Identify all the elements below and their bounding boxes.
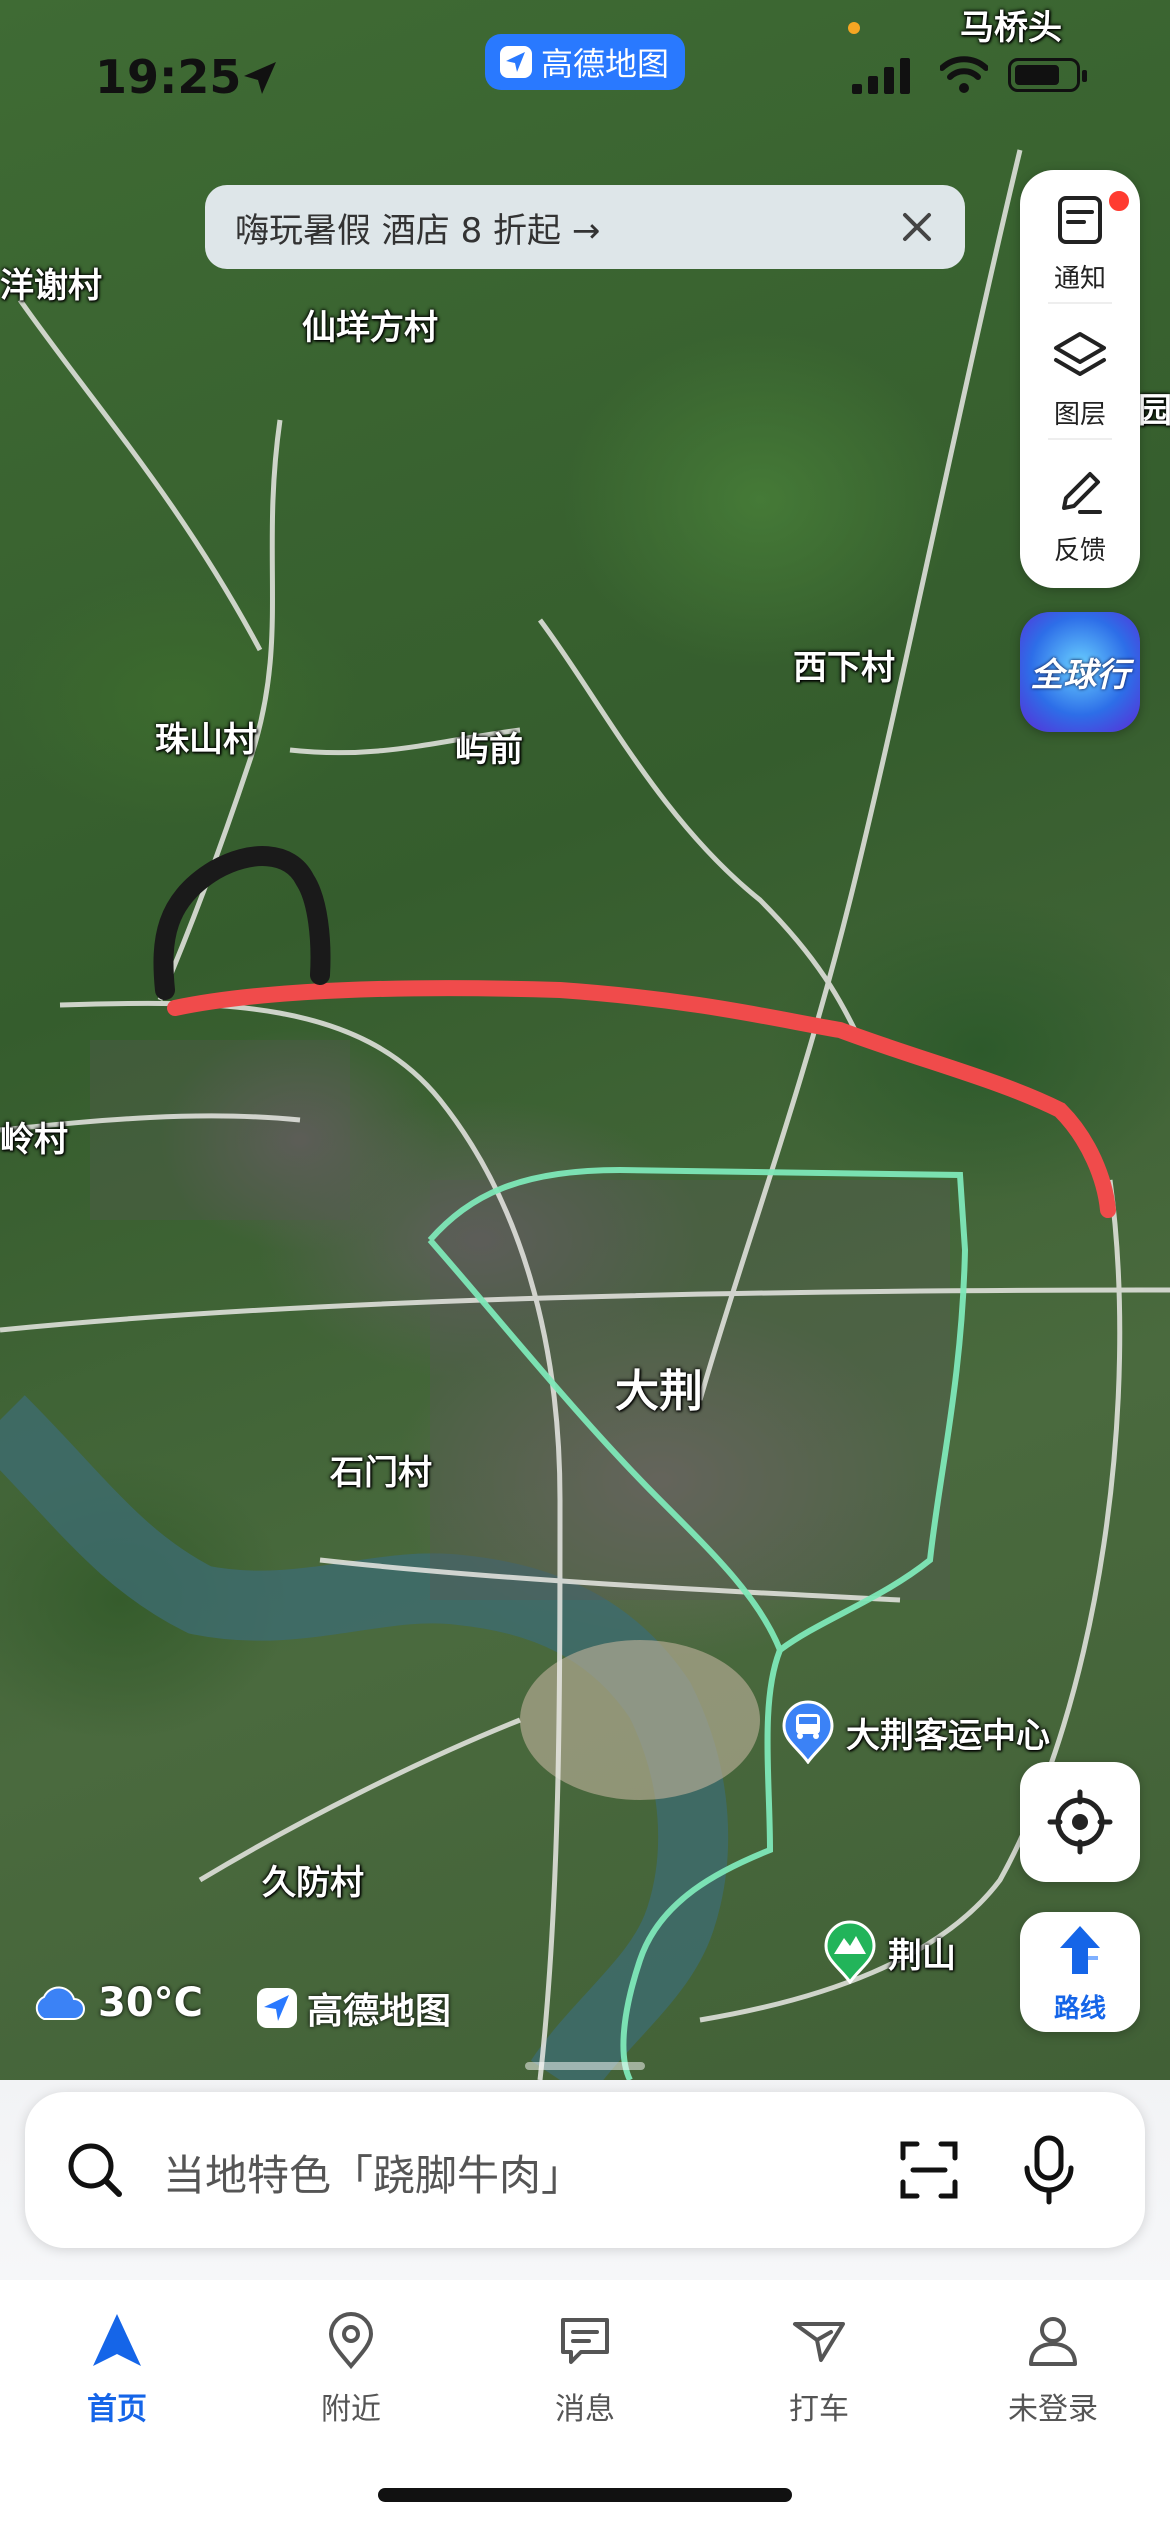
black-drawn-arc [153, 846, 331, 1000]
poi-label: 荆山 [888, 1935, 956, 1976]
tab-home[interactable]: 首页 [0, 2302, 234, 2427]
search-bar[interactable]: 当地特色「跷脚牛肉」 [25, 2092, 1145, 2248]
notification-button[interactable]: 通知 [1020, 170, 1140, 304]
route-button[interactable]: 路线 [1020, 1912, 1140, 2032]
wifi-icon [940, 56, 988, 93]
watermark-text: 高德地图 [307, 1991, 452, 2032]
close-icon[interactable] [893, 203, 941, 251]
map-tools-panel: 通知 图层 反馈 [1020, 170, 1140, 588]
message-icon [561, 2318, 609, 2364]
user-icon [1029, 2317, 1077, 2366]
mountain-icon [824, 1920, 876, 1984]
route-arrow-icon [1060, 1926, 1100, 1974]
amap-logo-icon [500, 46, 532, 78]
poi-mountain[interactable]: 荆山 [822, 1920, 956, 1984]
location-arrow-icon [244, 62, 276, 94]
search-placeholder: 当地特色「跷脚牛肉」 [163, 2151, 584, 2200]
tool-label: 通知 [1053, 264, 1106, 294]
place-label[interactable]: 石门村 [330, 1445, 432, 1494]
battery-icon [1008, 58, 1087, 92]
global-travel-button[interactable]: 全球行 [1020, 612, 1140, 732]
place-label[interactable]: 西下村 [793, 640, 895, 689]
place-label[interactable]: 园 [1138, 383, 1170, 432]
tab-label: 消息 [555, 2392, 615, 2427]
tab-label: 附近 [321, 2392, 381, 2427]
global-travel-label: 全球行 [1030, 655, 1130, 694]
scan-icon[interactable] [895, 2136, 963, 2204]
home-indicator[interactable] [378, 2488, 792, 2502]
tab-profile[interactable]: 未登录 [936, 2302, 1170, 2427]
amap-brand-badge[interactable]: 高德地图 [485, 34, 685, 90]
brand-label: 高德地图 [541, 45, 670, 83]
road [17, 298, 263, 652]
sheet-drag-handle[interactable] [525, 2062, 645, 2070]
notification-badge [1106, 188, 1132, 214]
poi-label: 大荆客运中心 [846, 1715, 1050, 1756]
weather-widget[interactable]: 30°C [30, 1980, 203, 2026]
navigation-arrow-icon [93, 2314, 141, 2366]
cellular-signal-icon [852, 58, 910, 94]
layers-button[interactable]: 图层 [1020, 306, 1140, 440]
urban-area [90, 1040, 350, 1220]
tool-label: 反馈 [1053, 536, 1106, 566]
place-label[interactable]: 珠山村 [155, 712, 257, 761]
promo-banner[interactable]: 嗨玩暑假 酒店 8 折起 → [205, 185, 965, 269]
place-label[interactable]: 洋谢村 [0, 258, 102, 307]
place-label[interactable]: 仙垟方村 [302, 300, 438, 349]
status-time: 19:25 [95, 50, 242, 104]
tab-taxi[interactable]: 打车 [702, 2302, 936, 2427]
edit-icon [1062, 472, 1102, 514]
cloud-icon [35, 1986, 85, 2020]
place-label[interactable]: 屿前 [455, 722, 523, 771]
place-label[interactable]: 久防村 [262, 1855, 364, 1904]
poi-bus-station[interactable]: 大荆客运中心 [780, 1700, 1050, 1764]
place-label[interactable]: 岭村 [0, 1112, 68, 1161]
microphone-icon[interactable] [1013, 2132, 1085, 2208]
locate-icon [1047, 1789, 1113, 1855]
location-pin-icon [328, 2312, 374, 2370]
layers-icon [1054, 332, 1106, 376]
place-label[interactable]: 大荆 [615, 1355, 703, 1419]
locate-button[interactable] [1020, 1762, 1140, 1882]
notification-icon [1058, 196, 1102, 244]
feedback-button[interactable]: 反馈 [1020, 442, 1140, 576]
tab-label: 未登录 [1008, 2392, 1098, 2427]
route-label: 路线 [1053, 1994, 1106, 2024]
tab-label: 首页 [87, 2392, 147, 2427]
tab-nearby[interactable]: 附近 [234, 2302, 468, 2427]
search-icon [68, 2143, 122, 2197]
weather-temp: 30°C [98, 1980, 204, 2026]
taxi-icon [793, 2322, 845, 2362]
tab-label: 打车 [789, 2392, 849, 2427]
map-watermark: 高德地图 [255, 1982, 451, 2034]
amap-logo-icon [257, 1988, 297, 2028]
privacy-indicator [848, 22, 860, 34]
promo-text: 嗨玩暑假 酒店 8 折起 → [235, 210, 601, 251]
tool-label: 图层 [1053, 400, 1106, 430]
tab-messages[interactable]: 消息 [468, 2302, 702, 2427]
bus-station-icon [782, 1700, 834, 1764]
status-bar: 19:25 高德地图 [0, 0, 1170, 150]
